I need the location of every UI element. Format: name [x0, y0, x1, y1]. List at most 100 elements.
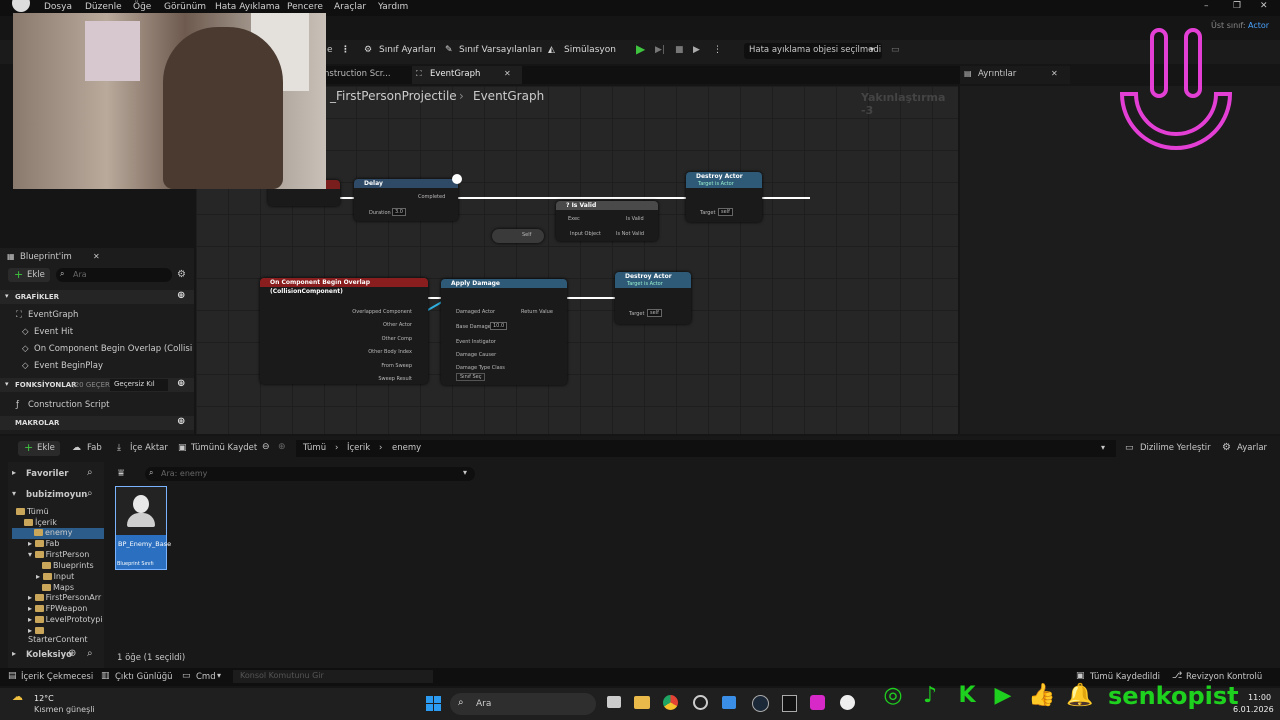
- sweep-result-pin[interactable]: Sweep Result: [378, 376, 412, 382]
- blueprint-add-button[interactable]: + Ekle: [8, 268, 50, 282]
- menu-item-edit[interactable]: Düzenle: [85, 2, 122, 12]
- delay-duration-field[interactable]: 3.0: [392, 208, 406, 216]
- overlap-event-node[interactable]: On Component Begin Overlap (CollisionCom…: [260, 278, 428, 384]
- blueprint-search-input[interactable]: ⌕ Ara: [56, 268, 172, 282]
- project-search-icon[interactable]: ⌕: [87, 488, 93, 499]
- menu-item-tools[interactable]: Araçlar: [334, 2, 366, 12]
- chrome-icon[interactable]: [663, 695, 678, 710]
- tree-item-firstperson[interactable]: ▾ FirstPerson: [28, 550, 89, 559]
- is-valid-node[interactable]: ? Is Valid Exec Is Valid Input Object Is…: [556, 201, 658, 241]
- content-settings-button[interactable]: Ayarlar: [1237, 443, 1267, 453]
- damage-type-select[interactable]: Sınıf Seç: [456, 373, 486, 381]
- base-damage-pin[interactable]: Base Damage: [456, 324, 491, 330]
- dock-layout-button[interactable]: Dizilime Yerleştir: [1140, 443, 1211, 453]
- overlapped-component-pin[interactable]: Overlapped Component: [352, 309, 412, 315]
- add-function-icon[interactable]: ⊕: [177, 378, 185, 389]
- add-macro-icon[interactable]: ⊕: [177, 416, 185, 427]
- project-toggle-icon[interactable]: ▾: [12, 489, 16, 498]
- favorites-search-icon[interactable]: ⌕: [87, 467, 93, 478]
- destroy-target-pin-1[interactable]: Target: [700, 210, 715, 216]
- favorites-label[interactable]: Favoriler: [26, 469, 68, 479]
- event-instigator-pin[interactable]: Event Instigator: [456, 339, 496, 345]
- history-forward-icon[interactable]: ⊕: [278, 442, 286, 452]
- other-body-index-pin[interactable]: Other Body Index: [368, 349, 412, 355]
- class-settings-button[interactable]: Sınıf Ayarları: [379, 45, 436, 55]
- apply-damage-node[interactable]: Apply Damage Damaged Actor Return Value …: [441, 279, 567, 385]
- revision-control-button[interactable]: Revizyon Kontrolü: [1186, 672, 1262, 682]
- console-input[interactable]: Konsol Komutunu Gir: [233, 670, 433, 683]
- output-log-button[interactable]: Çıktı Günlüğü: [115, 672, 173, 682]
- asset-tile-bp-enemy-base[interactable]: BP_Enemy_Base Blueprint Sınıfı: [115, 486, 171, 570]
- favorites-toggle-icon[interactable]: ▸: [12, 468, 16, 477]
- simulation-button[interactable]: Simülasyon: [564, 45, 616, 55]
- tree-item-blueprints[interactable]: Blueprints: [42, 561, 94, 570]
- menu-item-file[interactable]: Dosya: [44, 2, 72, 12]
- other-comp-pin[interactable]: Other Comp: [382, 336, 412, 342]
- steam-icon[interactable]: [752, 695, 769, 712]
- restore-icon[interactable]: ❐: [1233, 1, 1241, 11]
- close-tab-icon[interactable]: ✕: [504, 69, 511, 78]
- destroy-target-field-2[interactable]: self: [647, 309, 662, 317]
- is-valid-true-pin[interactable]: Is Valid: [626, 216, 644, 222]
- collections-search-icon[interactable]: ⌕: [87, 648, 93, 659]
- stop-icon[interactable]: ■: [675, 45, 684, 55]
- clock-date[interactable]: 6.01.2026: [1233, 705, 1274, 714]
- asset-search-input[interactable]: ⌕ Ara: enemy ▾: [145, 467, 475, 481]
- destroy-actor-node-1[interactable]: Destroy Actor Target is Actor Target sel…: [686, 172, 762, 222]
- history-back-icon[interactable]: ⊖: [262, 442, 270, 452]
- taskbar-search[interactable]: ⌕ Ara: [450, 693, 596, 715]
- delay-completed-pin[interactable]: Completed: [418, 194, 445, 200]
- input-object-pin[interactable]: Input Object: [570, 231, 601, 237]
- tree-item-fpweapon[interactable]: ▸ FPWeapon: [28, 604, 87, 613]
- graph-breadcrumb-blueprint[interactable]: _FirstPersonProjectile: [330, 89, 457, 103]
- import-button[interactable]: İçe Aktar: [130, 443, 168, 453]
- destroy-actor-node-2[interactable]: Destroy Actor Target is Actor Target sel…: [615, 272, 691, 324]
- tab-construction-script[interactable]: nstruction Scr...: [324, 69, 391, 79]
- tree-item-levelprototyping[interactable]: ▸ LevelPrototypi: [28, 615, 103, 624]
- eject-icon[interactable]: ▶: [693, 45, 700, 55]
- collections-label[interactable]: Koleksiyo: [26, 650, 72, 660]
- from-sweep-pin[interactable]: From Sweep: [381, 363, 412, 369]
- play-icon[interactable]: ▶: [636, 42, 645, 56]
- add-collection-icon[interactable]: ⊕: [68, 648, 76, 659]
- menu-item-window[interactable]: Pencere: [287, 2, 323, 12]
- graphs-section-header[interactable]: ▾ GRAFİKLER ⊕: [0, 290, 194, 304]
- weather-desc[interactable]: Kısmen güneşli: [34, 705, 95, 714]
- damage-type-pin[interactable]: Damage Type Class: [456, 365, 505, 371]
- is-not-valid-pin[interactable]: Is Not Valid: [616, 231, 644, 237]
- task-view-icon[interactable]: [607, 696, 621, 708]
- class-defaults-button[interactable]: Sınıf Varsayılanları: [459, 45, 542, 55]
- unreal-taskbar-icon[interactable]: [840, 695, 855, 710]
- app-icon[interactable]: [693, 695, 708, 710]
- destroy-target-field-1[interactable]: self: [718, 208, 733, 216]
- macros-section-header[interactable]: MAKROLAR ⊕: [0, 416, 194, 430]
- step-icon[interactable]: ▶|: [655, 45, 665, 55]
- delay-node[interactable]: Delay Completed Duration 3.0: [354, 179, 458, 221]
- damage-causer-pin[interactable]: Damage Causer: [456, 352, 496, 358]
- play-options-icon[interactable]: ⋮: [713, 45, 722, 55]
- destroy-target-pin-2[interactable]: Target: [629, 311, 644, 317]
- unreal-logo-icon[interactable]: [12, 0, 30, 12]
- path-segment-all[interactable]: Tümü: [303, 443, 326, 453]
- path-segment-enemy[interactable]: enemy: [392, 443, 421, 453]
- add-graph-icon[interactable]: ⊕: [177, 290, 185, 301]
- debug-object-select[interactable]: Hata ayıklama objesi seçilmedi ▾: [744, 43, 882, 59]
- close-details-icon[interactable]: ✕: [1051, 69, 1058, 78]
- weather-temp[interactable]: 12°C: [34, 694, 54, 703]
- tree-item-content[interactable]: İçerik: [24, 518, 57, 527]
- is-valid-exec-pin[interactable]: Exec: [568, 216, 580, 222]
- return-value-pin[interactable]: Return Value: [521, 309, 553, 315]
- path-segment-content[interactable]: İçerik: [347, 443, 370, 453]
- collections-toggle-icon[interactable]: ▸: [12, 649, 16, 658]
- base-damage-field[interactable]: 10.0: [490, 322, 508, 330]
- path-dropdown-icon[interactable]: ▾: [1101, 443, 1105, 452]
- parent-class-link[interactable]: Actor: [1248, 21, 1269, 30]
- start-button[interactable]: [426, 696, 441, 711]
- epic-games-icon[interactable]: [782, 695, 797, 712]
- delay-duration-pin[interactable]: Duration: [369, 210, 391, 216]
- override-dropdown[interactable]: Geçersiz Kıl: [110, 379, 168, 391]
- media-app-icon[interactable]: [810, 695, 825, 710]
- self-node[interactable]: Self: [492, 229, 544, 243]
- panel-settings-icon[interactable]: ⚙: [177, 269, 186, 280]
- tree-item-maps[interactable]: Maps: [42, 583, 74, 592]
